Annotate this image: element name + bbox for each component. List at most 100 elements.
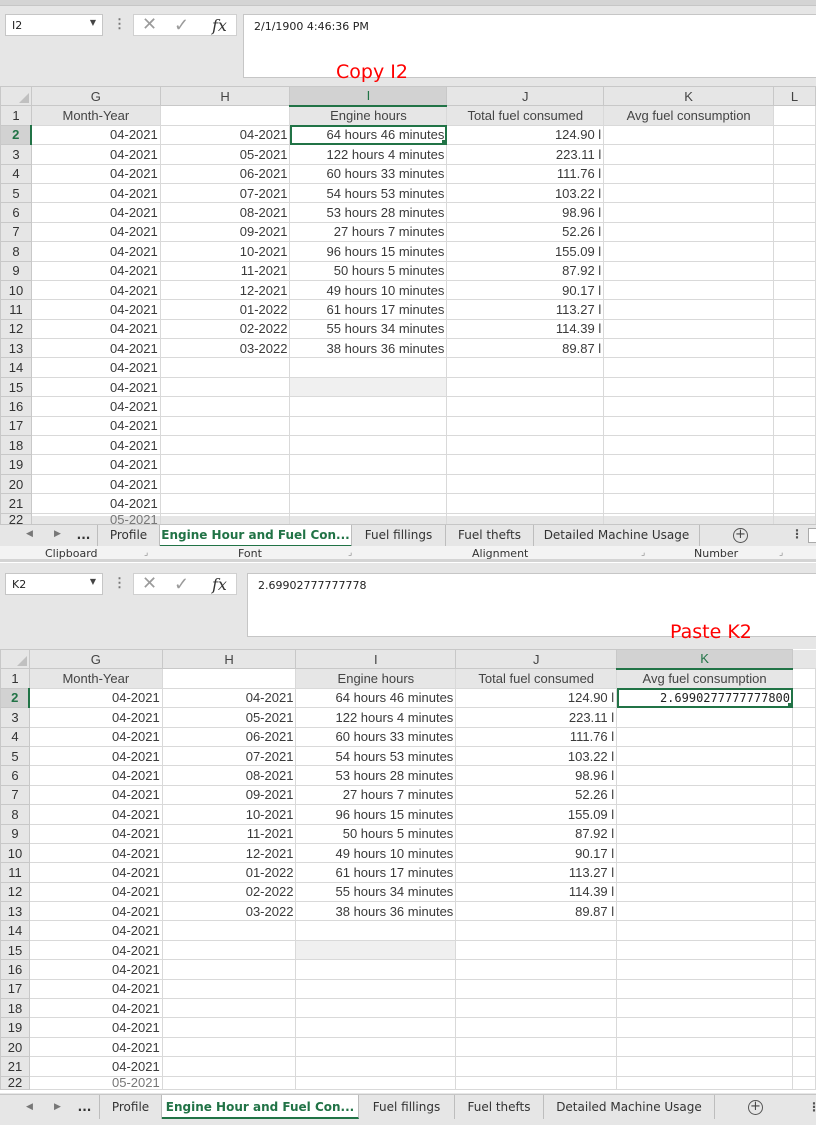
cell-g20[interactable]: 04-2021 xyxy=(28,1036,163,1058)
cell-i17[interactable] xyxy=(289,415,448,437)
row-header[interactable]: 18 xyxy=(0,998,30,1019)
tab-fuel-fillings[interactable]: Fuel fillings xyxy=(359,1095,455,1119)
row-header[interactable]: 7 xyxy=(0,784,30,806)
cell[interactable] xyxy=(792,842,816,864)
cell-g6[interactable]: 04-2021 xyxy=(30,202,161,223)
cell-h17[interactable] xyxy=(159,415,291,437)
cell-j2[interactable]: 124.90 l xyxy=(446,124,605,146)
cell-k2[interactable] xyxy=(603,124,775,146)
row-header[interactable]: 22 xyxy=(0,1075,30,1090)
cell-g7[interactable]: 04-2021 xyxy=(28,784,163,806)
cell-j20[interactable] xyxy=(455,1036,618,1058)
header-cell-i[interactable]: Engine hours xyxy=(295,668,457,689)
cell-j9[interactable]: 87.92 l xyxy=(446,260,605,281)
tab-detailed-machine-usage[interactable]: Detailed Machine Usage xyxy=(544,1095,715,1119)
tab-fuel-thefts[interactable]: Fuel thefts xyxy=(446,525,534,547)
cell-g22[interactable]: 05-2021 xyxy=(28,1075,163,1090)
cell-k20[interactable] xyxy=(616,1036,793,1058)
add-sheet-icon[interactable]: + xyxy=(733,528,748,543)
cell-j4[interactable]: 111.76 l xyxy=(455,726,618,747)
column-header-g[interactable]: G xyxy=(28,648,163,670)
cell[interactable] xyxy=(773,241,816,262)
cell-g19[interactable]: 04-2021 xyxy=(30,454,161,475)
row-header[interactable]: 20 xyxy=(0,473,32,495)
cell-k10[interactable] xyxy=(616,842,793,864)
cell[interactable] xyxy=(773,473,816,495)
row-header[interactable]: 15 xyxy=(0,939,30,961)
cell-j19[interactable] xyxy=(446,454,605,475)
row-header[interactable]: 13 xyxy=(0,901,30,922)
cell-k4[interactable] xyxy=(616,726,793,747)
cell-g3[interactable]: 04-2021 xyxy=(30,144,161,165)
cell-k5[interactable] xyxy=(603,182,775,204)
cell[interactable] xyxy=(773,435,816,456)
header-cell-k[interactable]: Avg fuel consumption xyxy=(616,668,793,689)
cell-j5[interactable]: 103.22 l xyxy=(455,745,618,767)
cell-j4[interactable]: 111.76 l xyxy=(446,163,605,184)
cell[interactable] xyxy=(773,376,816,398)
cell-j10[interactable]: 90.17 l xyxy=(455,842,618,864)
cell-i12[interactable]: 55 hours 34 minutes xyxy=(289,318,448,340)
cell-g19[interactable]: 04-2021 xyxy=(28,1017,163,1038)
cell[interactable] xyxy=(773,105,816,126)
cell[interactable] xyxy=(792,804,816,825)
cell-k13[interactable] xyxy=(616,901,793,922)
cell-g14[interactable]: 04-2021 xyxy=(30,357,161,378)
row-header[interactable]: 6 xyxy=(0,765,30,786)
cell-i7[interactable]: 27 hours 7 minutes xyxy=(289,221,448,243)
cell-i9[interactable]: 50 hours 5 minutes xyxy=(289,260,448,281)
fill-handle[interactable] xyxy=(442,140,446,144)
cell-i20[interactable] xyxy=(295,1036,457,1058)
cell[interactable] xyxy=(773,338,816,359)
tab-fuel-thefts[interactable]: Fuel thefts xyxy=(455,1095,544,1119)
cell-k15[interactable] xyxy=(603,376,775,398)
cell-h11[interactable]: 01-2022 xyxy=(161,862,297,883)
dialog-launcher-icon[interactable]: ⌟ xyxy=(779,548,783,558)
column-header-i[interactable]: I xyxy=(289,85,448,107)
cell-j12[interactable]: 114.39 l xyxy=(455,881,618,903)
cell-i14[interactable] xyxy=(295,920,457,941)
cell-g21[interactable]: 04-2021 xyxy=(28,1056,163,1077)
row-header[interactable]: 12 xyxy=(0,318,32,340)
cell[interactable] xyxy=(773,144,816,165)
cell-g12[interactable]: 04-2021 xyxy=(28,881,163,903)
cell-j6[interactable]: 98.96 l xyxy=(446,202,605,223)
cell[interactable] xyxy=(773,124,816,146)
cell-j8[interactable]: 155.09 l xyxy=(455,804,618,825)
check-icon[interactable]: ✓ xyxy=(174,15,189,36)
cell[interactable] xyxy=(792,668,816,689)
cell-h21[interactable] xyxy=(161,1056,297,1077)
cell-k6[interactable] xyxy=(603,202,775,223)
cell-h17[interactable] xyxy=(161,978,297,1000)
cell-k14[interactable] xyxy=(603,357,775,378)
cell-i18[interactable] xyxy=(295,998,457,1019)
cell-k21[interactable] xyxy=(616,1056,793,1077)
cell-i11[interactable]: 61 hours 17 minutes xyxy=(295,862,457,883)
row-header[interactable]: 11 xyxy=(0,862,30,883)
cell-g6[interactable]: 04-2021 xyxy=(28,765,163,786)
column-header-h[interactable]: H xyxy=(159,85,291,107)
row-header[interactable]: 19 xyxy=(0,1017,30,1038)
row-header[interactable]: 1 xyxy=(0,105,32,126)
cell-g18[interactable]: 04-2021 xyxy=(28,998,163,1019)
worksheet-grid[interactable]: G H I J K 1 Month-Year Engine hours Total f… xyxy=(0,648,816,1093)
cell-k16[interactable] xyxy=(603,396,775,417)
cell[interactable] xyxy=(792,687,816,709)
cell-i7[interactable]: 27 hours 7 minutes xyxy=(295,784,457,806)
row-header[interactable]: 4 xyxy=(0,726,30,747)
cell-h3[interactable]: 05-2021 xyxy=(159,144,291,165)
row-header[interactable]: 8 xyxy=(0,804,30,825)
cell-j13[interactable]: 89.87 l xyxy=(446,338,605,359)
row-header[interactable]: 13 xyxy=(0,338,32,359)
row-header[interactable]: 17 xyxy=(0,978,30,1000)
cell-i15[interactable] xyxy=(289,376,448,398)
row-header[interactable]: 16 xyxy=(0,396,32,417)
name-box[interactable]: K2 ▼ xyxy=(5,573,103,595)
cell-h18[interactable] xyxy=(159,435,291,456)
cell-j15[interactable] xyxy=(446,376,605,398)
cell[interactable] xyxy=(792,959,816,980)
cell-k17[interactable] xyxy=(603,415,775,437)
cell[interactable] xyxy=(773,318,816,340)
cell-i9[interactable]: 50 hours 5 minutes xyxy=(295,823,457,844)
cell[interactable] xyxy=(773,221,816,243)
